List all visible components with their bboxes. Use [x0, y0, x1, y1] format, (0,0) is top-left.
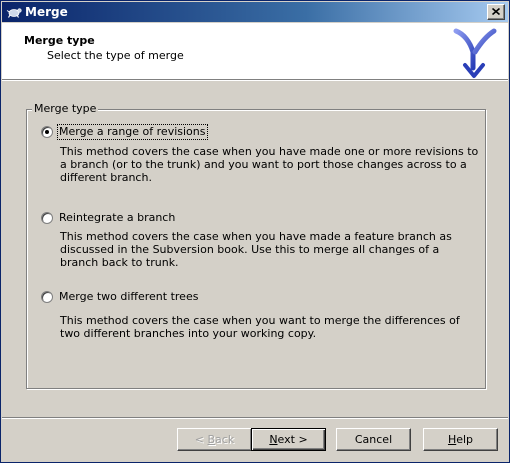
help-mnemonic: H [447, 432, 457, 446]
back-button[interactable]: < Back [177, 428, 252, 451]
next-button[interactable]: Next > [251, 428, 326, 451]
tortoise-app-icon [6, 4, 22, 20]
radio-button-selected[interactable] [41, 126, 53, 138]
radio-button[interactable] [41, 291, 53, 303]
cancel-button[interactable]: Cancel [336, 428, 411, 451]
back-prefix: < [194, 432, 208, 446]
merge-dialog: Merge Merge type Select the type of merg… [0, 0, 510, 463]
footer-divider [2, 417, 508, 419]
radio-dot [45, 130, 49, 134]
description-two-trees: This method covers the case when you wan… [60, 314, 460, 340]
description-reintegrate: This method covers the case when you hav… [60, 230, 452, 269]
wizard-header: Merge type Select the type of merge [2, 23, 508, 79]
radio-label-two-trees[interactable]: Merge two different trees [58, 290, 199, 304]
back-rest: ack [215, 432, 235, 446]
radio-label-reintegrate[interactable]: Reintegrate a branch [58, 211, 176, 225]
radio-label-merge-range[interactable]: Merge a range of revisions [57, 124, 208, 140]
merge-arrows-icon [450, 26, 500, 80]
close-icon [492, 8, 500, 15]
close-button[interactable] [487, 4, 505, 20]
next-mnemonic: N [269, 432, 278, 446]
cancel-label: Cancel [354, 432, 393, 446]
page-subtitle: Select the type of merge [47, 49, 184, 62]
radio-button[interactable] [41, 212, 53, 224]
title-bar[interactable]: Merge [2, 2, 508, 22]
back-mnemonic: B [207, 432, 216, 446]
help-button[interactable]: Help [423, 428, 498, 451]
next-rest: ext > [277, 432, 308, 446]
description-merge-range: This method covers the case when you hav… [60, 145, 479, 184]
window-title: Merge [25, 5, 68, 19]
header-divider [2, 79, 508, 81]
groupbox-label: Merge type [32, 102, 99, 115]
page-title: Merge type [24, 34, 95, 47]
help-rest: elp [456, 432, 474, 446]
